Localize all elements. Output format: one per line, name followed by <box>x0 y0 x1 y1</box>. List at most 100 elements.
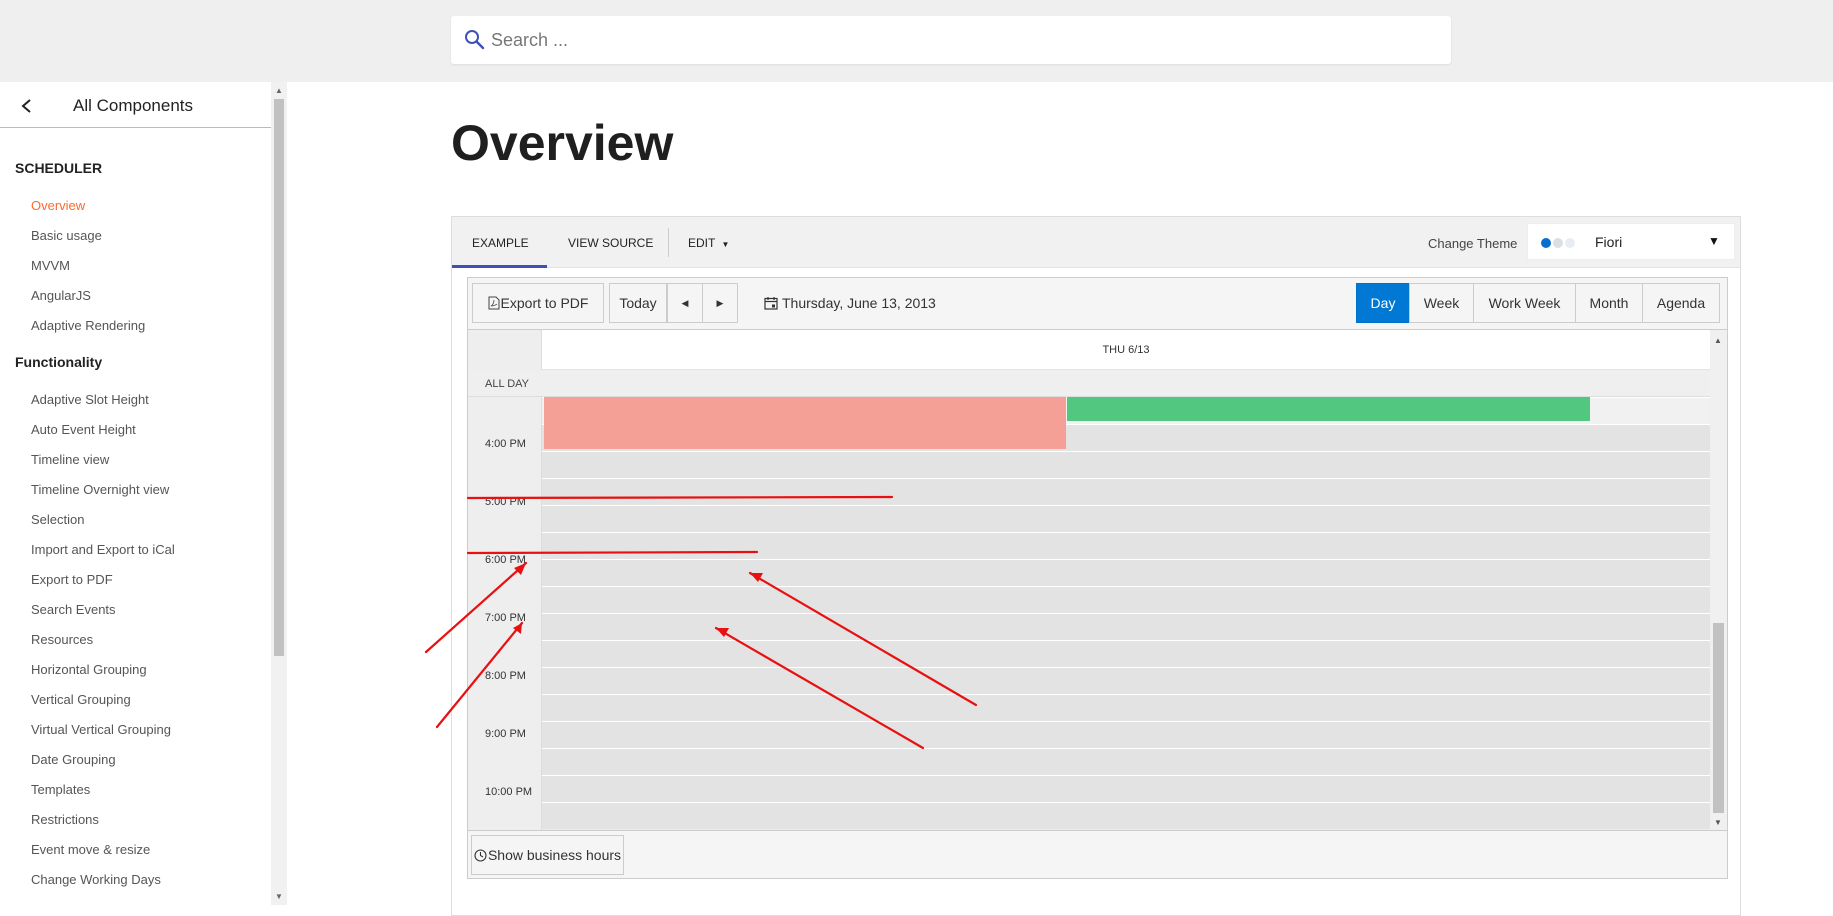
search-icon <box>465 30 485 50</box>
pdf-file-icon <box>488 296 500 310</box>
time-slot-grid[interactable] <box>542 397 1710 830</box>
theme-select[interactable]: Fiori ▼ <box>1527 223 1735 260</box>
view-month-button[interactable]: Month <box>1575 283 1643 323</box>
time-slot[interactable] <box>542 640 1710 667</box>
sidebar-item-templates[interactable]: Templates <box>31 782 90 797</box>
sidebar-item-overview[interactable]: Overview <box>31 198 85 213</box>
sidebar-item-resources[interactable]: Resources <box>31 632 93 647</box>
time-slot[interactable] <box>542 505 1710 532</box>
time-slot[interactable] <box>542 667 1710 694</box>
sidebar-title: All Components <box>73 96 194 115</box>
time-slot[interactable] <box>542 694 1710 721</box>
search-box[interactable] <box>451 16 1451 64</box>
tab-divider <box>668 228 669 257</box>
change-theme-label: Change Theme <box>1428 236 1518 251</box>
time-slot[interactable] <box>542 559 1710 586</box>
scheduler-scrollbar[interactable]: ▲ ▼ <box>1710 330 1727 830</box>
current-date[interactable]: Thursday, June 13, 2013 <box>764 295 936 311</box>
next-button[interactable]: ▶ <box>702 283 738 323</box>
time-slot[interactable] <box>542 748 1710 775</box>
scheduler-toolbar: Export to PDF Today ◀ ▶ Thursday, June 1… <box>468 278 1727 330</box>
scroll-down-arrow-icon[interactable]: ▼ <box>275 892 283 901</box>
demo-panel: EXAMPLE VIEW SOURCE EDIT ▼ Change Theme … <box>451 216 1741 916</box>
time-slot[interactable] <box>542 721 1710 748</box>
show-business-hours-button[interactable]: Show business hours <box>471 835 624 875</box>
sidebar-item-horizontal-grouping[interactable]: Horizontal Grouping <box>31 662 147 677</box>
sidebar-item-search-events[interactable]: Search Events <box>31 602 116 617</box>
scheduler-event[interactable] <box>1067 397 1590 421</box>
view-agenda-button[interactable]: Agenda <box>1642 283 1720 323</box>
demo-tabs: EXAMPLE VIEW SOURCE EDIT ▼ Change Theme … <box>452 217 1740 268</box>
time-slot[interactable] <box>542 775 1710 802</box>
active-tab-indicator <box>452 265 547 268</box>
sidebar-item-restrictions[interactable]: Restrictions <box>31 812 99 827</box>
sidebar-item-mvvm[interactable]: MVVM <box>31 258 70 273</box>
sidebar-scrollbar[interactable]: ▲ ▼ <box>271 82 287 905</box>
sidebar-item-timeline-overnight-view[interactable]: Timeline Overnight view <box>31 482 169 497</box>
view-work-week-button[interactable]: Work Week <box>1473 283 1576 323</box>
day-header: THU 6/13 <box>542 330 1710 370</box>
time-slot[interactable] <box>542 532 1710 559</box>
caret-right-icon: ▶ <box>716 297 724 308</box>
sidebar-item-basic-usage[interactable]: Basic usage <box>31 228 102 243</box>
time-slot[interactable] <box>542 613 1710 640</box>
scheduler-footer: Show business hours <box>468 830 1727 878</box>
time-slot[interactable] <box>542 451 1710 478</box>
time-slot[interactable] <box>542 586 1710 613</box>
scroll-up-arrow-icon[interactable]: ▲ <box>1714 336 1722 345</box>
sidebar-item-auto-event-height[interactable]: Auto Event Height <box>31 422 136 437</box>
view-week-button[interactable]: Week <box>1409 283 1474 323</box>
tab-example[interactable]: EXAMPLE <box>472 236 529 250</box>
top-search-band <box>0 0 1833 82</box>
sidebar-section-scheduler: SCHEDULER <box>15 160 103 176</box>
sidebar-item-virtual-vertical-grouping[interactable]: Virtual Vertical Grouping <box>31 722 171 737</box>
today-button[interactable]: Today <box>609 283 667 323</box>
sidebar-item-event-move-resize[interactable]: Event move & resize <box>31 842 150 857</box>
sidebar-item-import-export-ical[interactable]: Import and Export to iCal <box>31 542 175 557</box>
sidebar-item-adaptive-rendering[interactable]: Adaptive Rendering <box>31 318 145 333</box>
sidebar-section-functionality: Functionality <box>15 354 103 370</box>
sidebar-scrollbar-thumb[interactable] <box>274 99 284 656</box>
sidebar-item-date-grouping[interactable]: Date Grouping <box>31 752 116 767</box>
tab-edit-label: EDIT <box>688 236 716 250</box>
sidebar-item-export-pdf[interactable]: Export to PDF <box>31 572 113 587</box>
chevron-left-icon <box>21 99 31 113</box>
caret-down-icon: ▼ <box>721 240 730 249</box>
view-day-button[interactable]: Day <box>1356 283 1410 323</box>
scroll-up-arrow-icon[interactable]: ▲ <box>275 86 283 95</box>
sidebar-item-change-working-days[interactable]: Change Working Days <box>31 872 161 887</box>
time-label: 9:00 PM <box>485 728 526 740</box>
sidebar-item-angularjs[interactable]: AngularJS <box>31 288 91 303</box>
time-label: 5:00 PM <box>485 496 526 508</box>
search-input[interactable] <box>491 24 1431 56</box>
caret-left-icon: ◀ <box>681 297 689 308</box>
time-label: 8:00 PM <box>485 670 526 682</box>
scheduler-scrollbar-thumb[interactable] <box>1713 623 1724 813</box>
current-date-label: Thursday, June 13, 2013 <box>782 295 936 311</box>
sidebar: All Components SCHEDULER Overview Basic … <box>0 82 271 905</box>
export-pdf-label: Export to PDF <box>500 295 589 311</box>
tab-edit[interactable]: EDIT ▼ <box>688 236 729 250</box>
main-content: Overview EXAMPLE VIEW SOURCE EDIT ▼ Chan… <box>287 82 1833 916</box>
time-label: 4:00 PM <box>485 438 526 450</box>
time-slot[interactable] <box>542 802 1710 829</box>
sidebar-item-vertical-grouping[interactable]: Vertical Grouping <box>31 692 131 707</box>
calendar-icon <box>764 297 778 310</box>
back-button[interactable] <box>14 93 40 119</box>
all-day-label: ALL DAY <box>485 378 530 390</box>
scroll-down-arrow-icon[interactable]: ▼ <box>1714 818 1722 827</box>
export-pdf-button[interactable]: Export to PDF <box>472 283 604 323</box>
tab-view-source[interactable]: VIEW SOURCE <box>568 236 653 250</box>
previous-button[interactable]: ◀ <box>667 283 703 323</box>
scheduler-event[interactable] <box>544 397 1066 449</box>
all-day-row[interactable]: ALL DAY <box>468 370 1710 397</box>
page-title: Overview <box>451 115 674 171</box>
time-label: 6:00 PM <box>485 554 526 566</box>
sidebar-item-selection[interactable]: Selection <box>31 512 84 527</box>
theme-swatch-icon <box>1541 238 1577 248</box>
sidebar-item-timeline-view[interactable]: Timeline view <box>31 452 109 467</box>
sidebar-item-adaptive-slot-height[interactable]: Adaptive Slot Height <box>31 392 149 407</box>
time-label: 10:00 PM <box>485 786 533 798</box>
scheduler-body: THU 6/13 ALL DAY 4:00 PM 5:00 PM 6:00 PM 7:… <box>468 330 1727 830</box>
time-slot[interactable] <box>542 478 1710 505</box>
